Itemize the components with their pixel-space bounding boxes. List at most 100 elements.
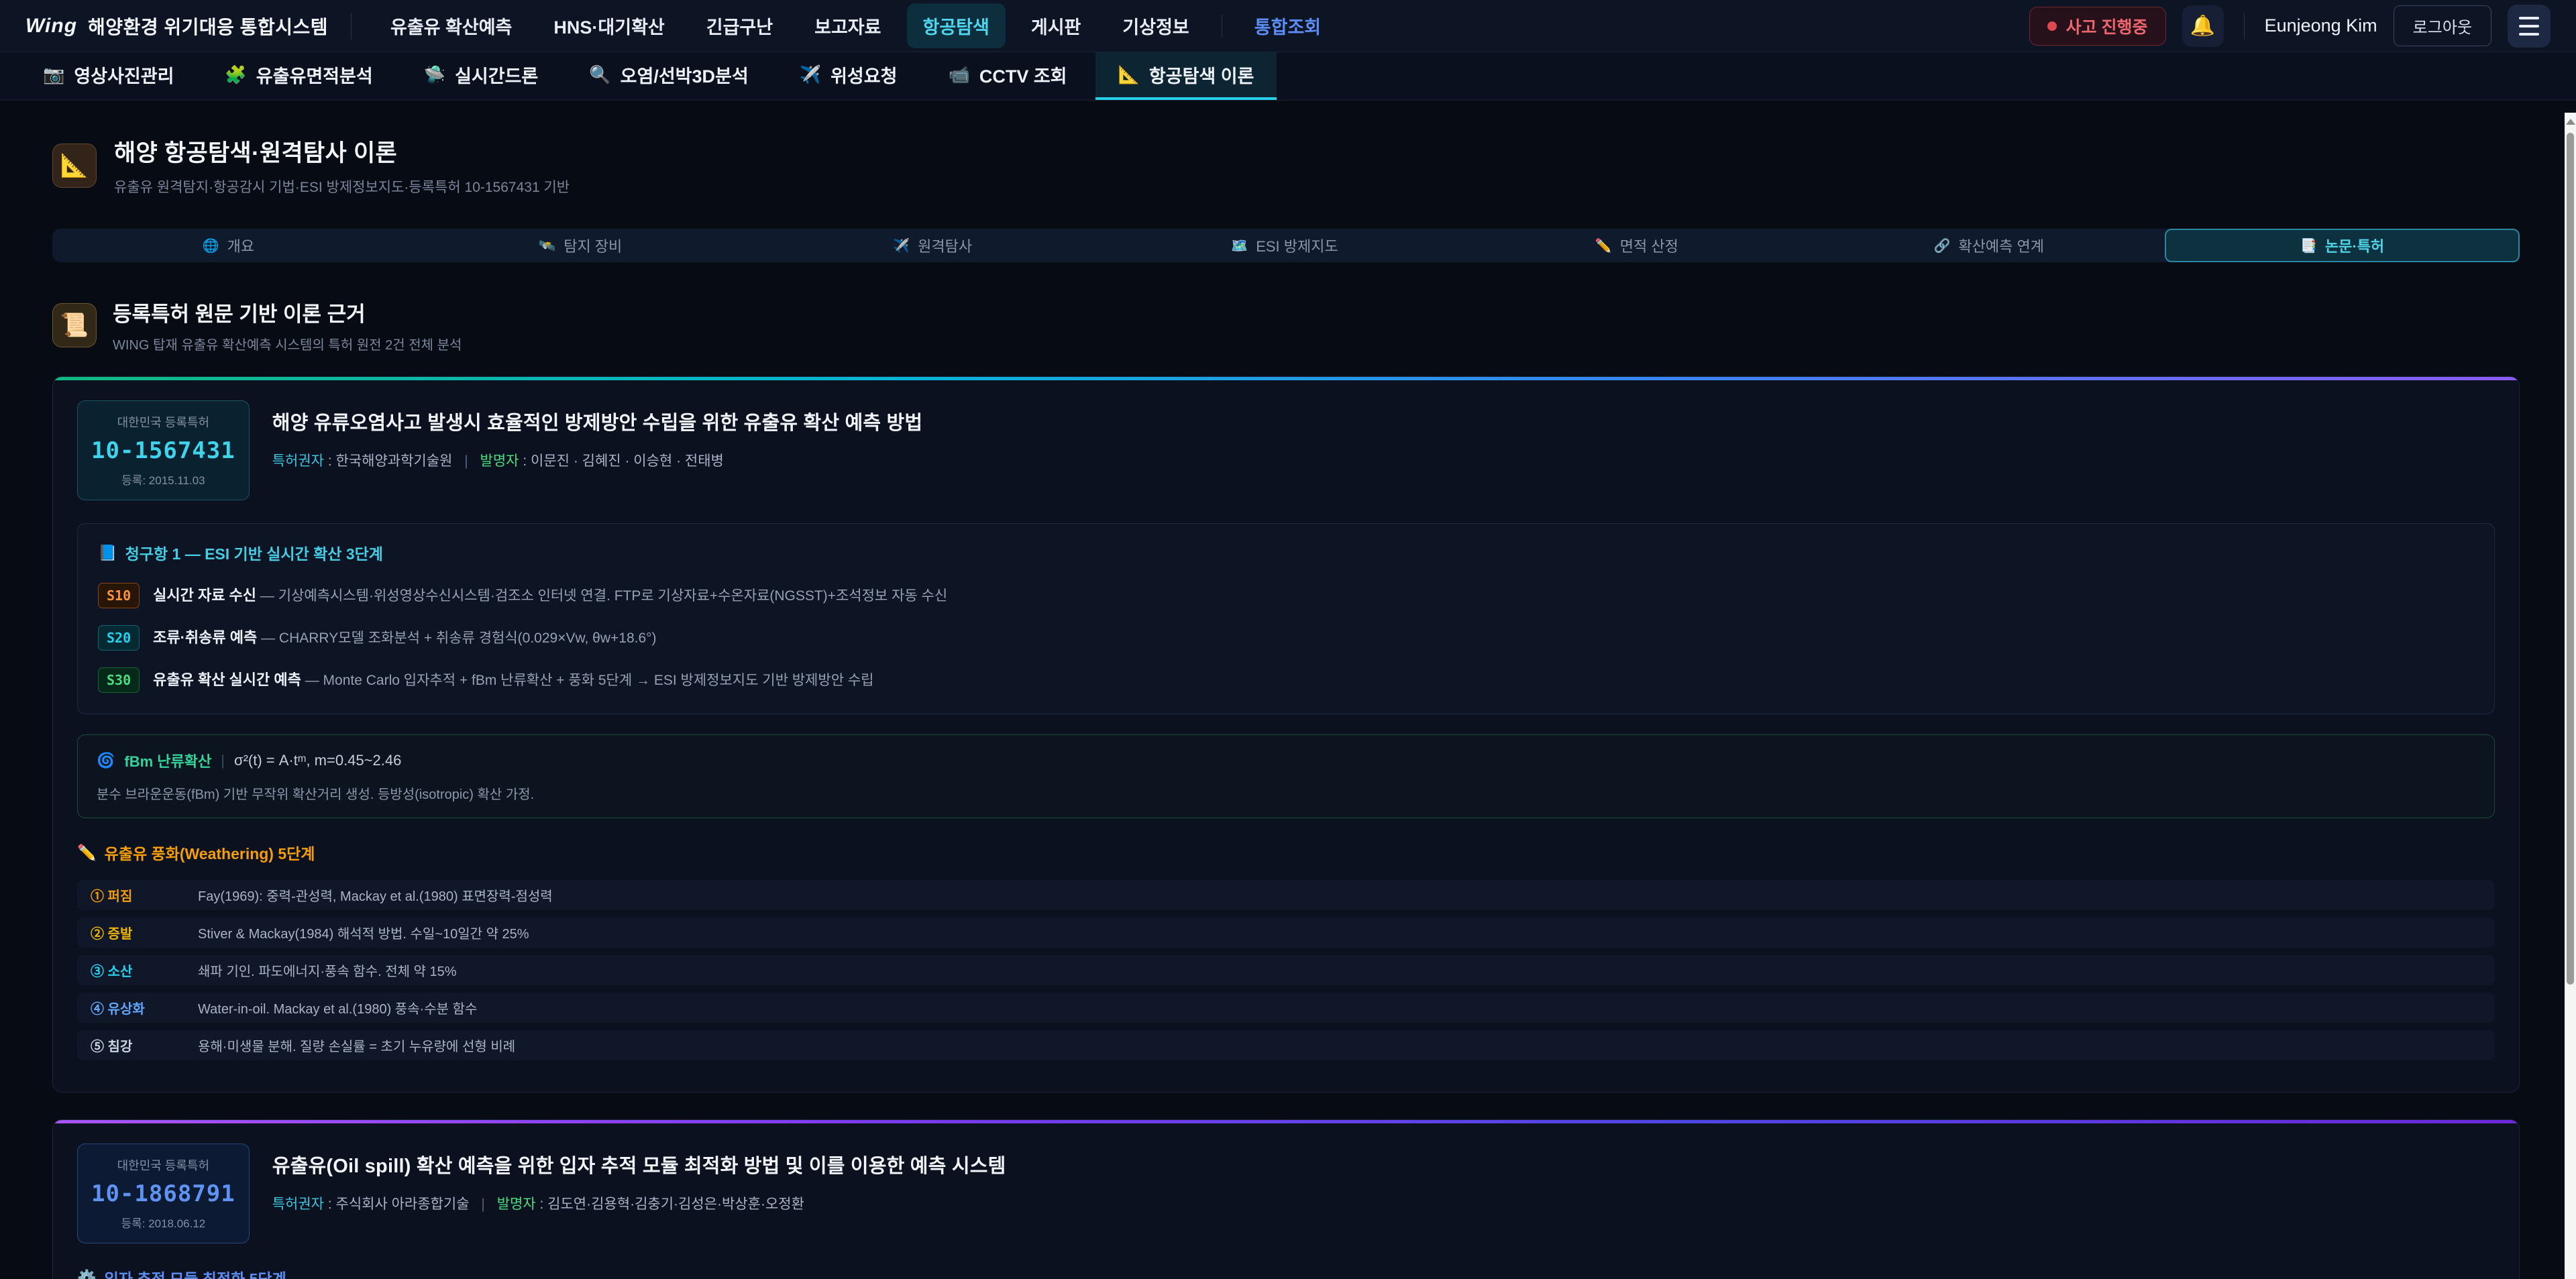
map-icon: 🗺️: [1231, 237, 1248, 254]
step-title: 유출유 확산 실시간 예측: [153, 671, 301, 688]
subnav-label: 유출유면적분석: [256, 62, 373, 88]
notification-button[interactable]: 🔔: [2182, 5, 2224, 47]
subnav-item-cctv-view[interactable]: 📹 CCTV 조회: [925, 52, 1089, 100]
patent1-title: 해양 유류오염사고 발생시 효율적인 방제방안 수립을 위한 유출유 확산 예측…: [272, 407, 923, 435]
subnav-label: 오염/선박3D분석: [621, 62, 749, 88]
header-right: 사고 진행중 🔔 Eunjeong Kim 로그아웃: [2029, 5, 2551, 48]
weathering-desc: Stiver & Mackay(1984) 해석적 방법. 수일~10일간 약 …: [198, 923, 529, 942]
step-desc: — Monte Carlo 입자추적 + fBm 난류확산 + 풍화 5단계 →…: [305, 673, 874, 688]
scrollbar-thumb[interactable]: [2567, 133, 2574, 985]
tab-area-calculation[interactable]: ✏️ 면적 산정: [1460, 229, 1813, 262]
claims-header-text: 청구항 1 — ESI 기반 실시간 확산 3단계: [125, 541, 383, 564]
nav-item-hns-diffusion[interactable]: HNS·대기확산: [537, 3, 680, 48]
tab-remote-sensing[interactable]: ✈️ 원격탐사: [757, 229, 1109, 262]
tab-esi-map[interactable]: 🗺️ ESI 방제지도: [1109, 229, 1461, 262]
owner-value: : 주식회사 아라종합기술: [328, 1197, 470, 1212]
subnav-item-oil-area-analysis[interactable]: 🧩 유출유면적분석: [202, 52, 395, 100]
subnav-item-image-photo-management[interactable]: 📷 영상사진관리: [20, 52, 197, 100]
tab-label: 탐지 장비: [564, 235, 622, 256]
brand-logo: Wing: [25, 15, 77, 38]
menu-bar: [2519, 33, 2539, 36]
tab-label: 논문·특허: [2325, 235, 2384, 256]
weathering-row-dispersion: ③ 소산 쇄파 기인. 파도에너지·풍속 함수. 전체 약 15%: [77, 955, 2495, 985]
section-header: 📜 등록특허 원문 기반 이론 근거 WING 탑재 유출유 확산예측 시스템의…: [52, 297, 2520, 353]
page-icon-tile: 📐: [52, 144, 97, 188]
magnifier-icon: 🔍: [589, 64, 610, 85]
patent1-number-badge: 대한민국 등록특허 10-1567431 등록: 2015.11.03: [77, 400, 250, 500]
owner-value: : 한국해양과학기술원: [328, 453, 453, 469]
nav-item-reports[interactable]: 보고자료: [798, 3, 897, 48]
scroll-icon: 📜: [60, 312, 89, 339]
patent1-number: 10-1567431: [91, 437, 235, 464]
claim-step-s30: S30 유출유 확산 실시간 예측 — Monte Carlo 입자추적 + f…: [98, 667, 2474, 693]
inventor-label: 발명자: [480, 453, 519, 469]
nav-item-oil-spill-prediction[interactable]: 유출유 확산예측: [374, 3, 528, 48]
bookmark-tabs-icon: 📑: [2300, 237, 2317, 254]
nav-item-emergency-rescue[interactable]: 긴급구난: [690, 3, 789, 48]
subnav-label: 위성요청: [830, 62, 897, 88]
sub-nav: 📷 영상사진관리 🧩 유출유면적분석 🛸 실시간드론 🔍 오염/선박3D분석 ✈…: [0, 52, 2576, 101]
patent1-meta: 특허권자 : 한국해양과학기술원 | 발명자 : 이문진 · 김혜진 · 이승현…: [272, 450, 923, 470]
tab-label: ESI 방제지도: [1256, 235, 1338, 256]
patent1-reg-date: 등록: 2015.11.03: [91, 471, 235, 488]
patent-country-label: 대한민국 등록특허: [91, 1156, 235, 1174]
step-title: 조류·취송류 예측: [153, 629, 257, 646]
weathering-row-spreading: ① 퍼짐 Fay(1969): 중력-관성력, Mackay et al.(19…: [77, 880, 2495, 910]
tab-papers-patents[interactable]: 📑 논문·특허: [2165, 229, 2520, 262]
patent2-number-badge: 대한민국 등록특허 10-1868791 등록: 2018.06.12: [77, 1144, 250, 1243]
incident-dot-icon: [2047, 21, 2057, 31]
subnav-item-realtime-drone[interactable]: 🛸 실시간드론: [401, 52, 561, 100]
scrollbar-up-arrow[interactable]: [2565, 113, 2576, 130]
patent-card-1: 대한민국 등록특허 10-1567431 등록: 2015.11.03 해양 유…: [52, 376, 2520, 1093]
optimization-section: ⚙️ 입자 추적 모듈 최적화 5단계 (a) 뜰개 관측 + 예측자료 취득 …: [77, 1266, 2495, 1279]
weathering-label: ⑤ 침강: [91, 1036, 191, 1055]
nav-item-integrated-search[interactable]: 통합조회: [1238, 3, 1337, 48]
tab-detection-equipment[interactable]: 🛰️ 탐지 장비: [405, 229, 757, 262]
tab-label: 원격탐사: [918, 235, 972, 256]
section-subtitle: WING 탑재 유출유 확산예측 시스템의 특허 원전 2건 전체 분석: [113, 334, 462, 353]
airplane-icon: ✈️: [893, 237, 910, 254]
weathering-desc: 용해·미생물 분해. 질량 손실률 = 초기 누유량에 선형 비례: [198, 1036, 515, 1055]
triangle-ruler-icon: 📐: [60, 152, 89, 179]
fbm-box: 🌀 fBm 난류확산 | σ²(t) = A·tᵐ, m=0.45~2.46 분…: [77, 734, 2495, 818]
incident-status-badge: 사고 진행중: [2029, 7, 2166, 46]
video-camera-icon: 📹: [948, 64, 969, 85]
weathering-label: ② 증발: [91, 923, 191, 942]
menu-bar: [2519, 25, 2539, 27]
patent-card-2: 대한민국 등록특허 10-1868791 등록: 2018.06.12 유출유(…: [52, 1119, 2520, 1279]
weathering-label: ③ 소산: [91, 960, 191, 980]
patent2-header: 대한민국 등록특허 10-1868791 등록: 2018.06.12 유출유(…: [77, 1144, 2495, 1243]
fbm-formula: σ²(t) = A·tᵐ, m=0.45~2.46: [234, 752, 401, 769]
logout-button[interactable]: 로그아웃: [2394, 5, 2491, 46]
subnav-item-aerial-search-theory[interactable]: 📐 항공탐색 이론: [1095, 52, 1277, 100]
nav-item-board[interactable]: 게시판: [1015, 3, 1097, 48]
subnav-label: CCTV 조회: [979, 62, 1067, 88]
weathering-header-text: 유출유 풍화(Weathering) 5단계: [105, 841, 315, 864]
tab-diffusion-link[interactable]: 🔗 확산예측 연계: [1813, 229, 2165, 262]
subnav-label: 영상사진관리: [74, 62, 174, 88]
drone-icon: 🛸: [424, 64, 445, 85]
inventor-value: : 김도연·김용혁·김충기·김성은·박상훈·오정환: [540, 1197, 804, 1212]
owner-label: 특허권자: [272, 453, 324, 469]
menu-button[interactable]: [2508, 5, 2551, 48]
nav-item-aerial-search[interactable]: 항공탐색: [907, 3, 1006, 48]
fbm-desc: 분수 브라운운동(fBm) 기반 무작위 확산거리 생성. 등방성(isotro…: [97, 783, 2475, 803]
vertical-scrollbar: [2565, 113, 2576, 1279]
tab-overview[interactable]: 🌐 개요: [52, 229, 405, 262]
patent2-title: 유출유(Oil spill) 확산 예측을 위한 입자 추적 모듈 최적화 방법…: [272, 1150, 1006, 1178]
optimization-header-text: 입자 추적 모듈 최적화 5단계: [105, 1266, 286, 1279]
main-nav: 유출유 확산예측 HNS·대기확산 긴급구난 보고자료 항공탐색 게시판 기상정…: [374, 3, 1337, 48]
meta-separator: |: [481, 1197, 484, 1212]
menu-bar: [2519, 17, 2539, 19]
tab-label: 개요: [227, 235, 254, 256]
pencil-icon: ✏️: [1595, 237, 1612, 254]
brand: Wing 해양환경 위기대응 통합시스템: [25, 13, 328, 40]
subnav-label: 실시간드론: [455, 62, 538, 88]
subnav-item-satellite-request[interactable]: ✈️ 위성요청: [777, 52, 920, 100]
subnav-label: 항공탐색 이론: [1149, 62, 1254, 88]
nav-item-weather-info[interactable]: 기상정보: [1106, 3, 1205, 48]
subnav-item-pollution-ship-3d[interactable]: 🔍 오염/선박3D분석: [566, 52, 771, 100]
weathering-desc: Fay(1969): 중력-관성력, Mackay et al.(1980) 표…: [198, 885, 553, 905]
patent2-meta: 특허권자 : 주식회사 아라종합기술 | 발명자 : 김도연·김용혁·김충기·김…: [272, 1193, 1006, 1213]
camera-icon: 📷: [43, 64, 64, 85]
